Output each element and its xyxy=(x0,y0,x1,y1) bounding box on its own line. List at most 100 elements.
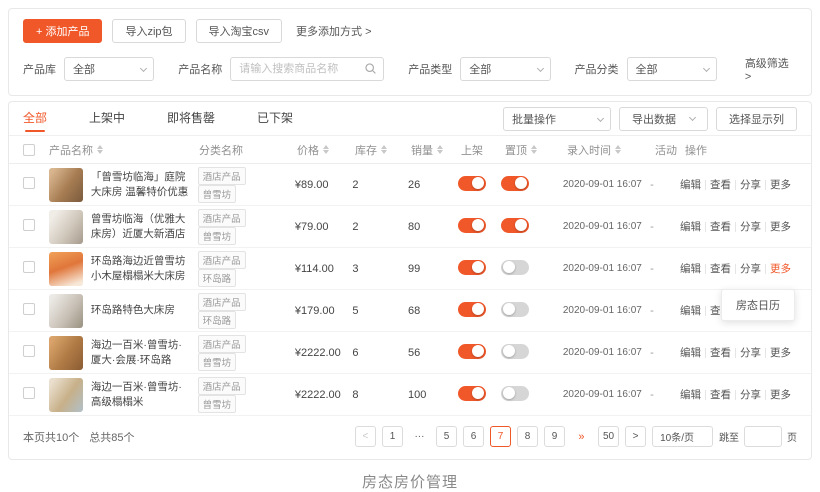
jump-next-icon[interactable]: » xyxy=(571,426,592,447)
row-checkbox[interactable] xyxy=(23,261,35,273)
sales-cell: 56 xyxy=(408,347,458,359)
sort-icon[interactable] xyxy=(437,145,443,154)
row-checkbox[interactable] xyxy=(23,345,35,357)
tab-almost-soldout[interactable]: 即将售罄 xyxy=(167,102,215,136)
on-shelf-toggle[interactable] xyxy=(458,218,486,233)
product-name-link[interactable]: 曾雪坊临海（优雅大床房）近厦大新酒店 xyxy=(91,212,192,240)
chevron-down-icon xyxy=(689,113,696,120)
topped-toggle[interactable] xyxy=(501,260,529,275)
add-product-button[interactable]: + 添加产品 xyxy=(23,19,102,43)
tab-on-sale[interactable]: 上架中 xyxy=(89,102,125,136)
edit-action[interactable]: 编辑 xyxy=(680,387,701,402)
search-icon[interactable] xyxy=(364,62,377,75)
view-action[interactable]: 查看 xyxy=(710,387,731,402)
view-action[interactable]: 查看 xyxy=(710,261,731,276)
on-shelf-toggle[interactable] xyxy=(458,302,486,317)
jump-page-input[interactable] xyxy=(744,426,782,447)
row-checkbox[interactable] xyxy=(23,387,35,399)
product-name-search-input[interactable] xyxy=(230,57,384,81)
topped-toggle[interactable] xyxy=(501,218,529,233)
header-label: 活动 xyxy=(655,142,677,158)
product-name-link[interactable]: 海边一百米·曾雪坊·厦大·会展·环岛路 xyxy=(91,338,192,366)
page-button-5[interactable]: 5 xyxy=(436,426,457,447)
page-button-7-current[interactable]: 7 xyxy=(490,426,511,447)
created-time-cell: 2020-09-01 16:07 xyxy=(563,347,650,358)
on-shelf-toggle[interactable] xyxy=(458,344,486,359)
header-sales[interactable]: 销量 xyxy=(411,142,461,158)
edit-action[interactable]: 编辑 xyxy=(680,219,701,234)
total-count: 总共85个 xyxy=(89,429,134,445)
more-action[interactable]: 更多 xyxy=(770,177,791,192)
view-action[interactable]: 查看 xyxy=(710,219,731,234)
topped-toggle[interactable] xyxy=(501,344,529,359)
page-size-select[interactable]: 10条/页 xyxy=(652,426,713,447)
sort-icon[interactable] xyxy=(531,145,537,154)
product-image xyxy=(49,210,83,244)
more-action[interactable]: 更多 xyxy=(770,387,791,402)
page-button-1[interactable]: 1 xyxy=(382,426,403,447)
row-checkbox[interactable] xyxy=(23,219,35,231)
page-button-8[interactable]: 8 xyxy=(517,426,538,447)
chevron-down-icon xyxy=(703,65,710,72)
header-product-name[interactable]: 产品名称 xyxy=(49,142,199,158)
sort-icon[interactable] xyxy=(323,145,329,154)
product-name-link[interactable]: 环岛路特色大床房 xyxy=(91,303,175,317)
edit-action[interactable]: 编辑 xyxy=(680,303,701,318)
header-price[interactable]: 价格 xyxy=(297,142,355,158)
product-name-link[interactable]: 「曾雪坊临海」庭院大床房 温馨特价优惠 xyxy=(91,170,192,198)
header-stock[interactable]: 库存 xyxy=(355,142,411,158)
share-action[interactable]: 分享 xyxy=(740,219,761,234)
advanced-filter-link[interactable]: 高级筛选 > xyxy=(745,55,797,83)
room-calendar-menu-item[interactable]: 房态日历 xyxy=(736,300,780,312)
header-created-time[interactable]: 录入时间 xyxy=(567,142,655,158)
row-checkbox[interactable] xyxy=(23,177,35,189)
select-columns-button[interactable]: 选择显示列 xyxy=(716,107,797,131)
share-action[interactable]: 分享 xyxy=(740,177,761,192)
tab-off-sale[interactable]: 已下架 xyxy=(257,102,293,136)
topped-toggle[interactable] xyxy=(501,302,529,317)
export-data-button[interactable]: 导出数据 xyxy=(619,107,708,131)
page-button-9[interactable]: 9 xyxy=(544,426,565,447)
import-zip-button[interactable]: 导入zip包 xyxy=(112,19,185,43)
share-action[interactable]: 分享 xyxy=(740,345,761,360)
batch-operation-select[interactable]: 批量操作 xyxy=(503,107,611,131)
library-filter-select[interactable]: 全部 xyxy=(64,57,154,81)
category-tag: 酒店产品 xyxy=(198,251,246,269)
on-shelf-toggle[interactable] xyxy=(458,176,486,191)
page-button-50[interactable]: 50 xyxy=(598,426,619,447)
row-checkbox[interactable] xyxy=(23,303,35,315)
view-action[interactable]: 查看 xyxy=(710,345,731,360)
next-page-button[interactable]: > xyxy=(625,426,646,447)
product-type-filter-select[interactable]: 全部 xyxy=(460,57,550,81)
view-action[interactable]: 查看 xyxy=(710,177,731,192)
edit-action[interactable]: 编辑 xyxy=(680,345,701,360)
sort-icon[interactable] xyxy=(97,145,103,154)
topped-toggle[interactable] xyxy=(501,386,529,401)
edit-action[interactable]: 编辑 xyxy=(680,261,701,276)
import-taobao-csv-button[interactable]: 导入淘宝csv xyxy=(196,19,283,43)
product-category-filter-select[interactable]: 全部 xyxy=(627,57,717,81)
page-jumper: 跳至 页 xyxy=(719,426,797,447)
edit-action[interactable]: 编辑 xyxy=(680,177,701,192)
stock-cell: 2 xyxy=(352,221,408,233)
sort-icon[interactable] xyxy=(615,145,621,154)
topped-toggle[interactable] xyxy=(501,176,529,191)
product-name-link[interactable]: 海边一百米·曾雪坊·高级榻榻米 xyxy=(91,380,192,408)
tab-all[interactable]: 全部 xyxy=(23,102,47,136)
more-add-methods-link[interactable]: 更多添加方式 > xyxy=(296,23,371,39)
share-action[interactable]: 分享 xyxy=(740,261,761,276)
more-action[interactable]: 更多 xyxy=(770,261,791,276)
header-topped[interactable]: 置顶 xyxy=(505,142,567,158)
on-shelf-toggle[interactable] xyxy=(458,260,486,275)
share-action[interactable]: 分享 xyxy=(740,387,761,402)
page-button-6[interactable]: 6 xyxy=(463,426,484,447)
sort-icon[interactable] xyxy=(381,145,387,154)
prev-page-button[interactable]: < xyxy=(355,426,376,447)
select-all-checkbox[interactable] xyxy=(23,144,35,156)
on-shelf-toggle[interactable] xyxy=(458,386,486,401)
more-action[interactable]: 更多 xyxy=(770,345,791,360)
table-row: 曾雪坊临海（优雅大床房）近厦大新酒店 酒店产品曾雪坊 ¥79.00 2 80 2… xyxy=(9,206,811,248)
product-name-link[interactable]: 环岛路海边近曾雪坊小木屋榻榻米大床房 xyxy=(91,254,192,282)
library-filter-label: 产品库 xyxy=(23,61,56,77)
more-action[interactable]: 更多 xyxy=(770,219,791,234)
